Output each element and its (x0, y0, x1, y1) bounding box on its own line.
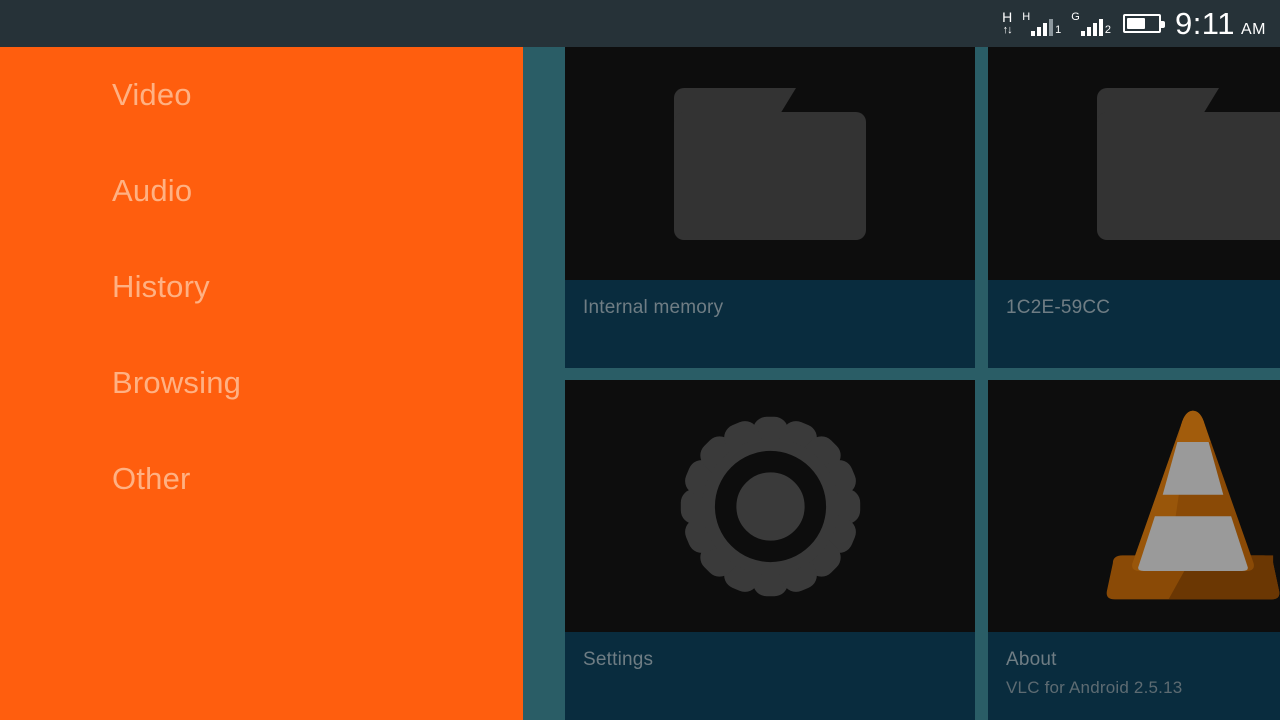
status-bar: H ↑↓ H 1 G 2 9:11 AM (0, 0, 1280, 47)
card-title: 1C2E-59CC (1006, 297, 1111, 318)
sim2-network-type-label: G (1071, 10, 1080, 23)
folder-icon (674, 87, 866, 240)
sidebar-item-label: Video (112, 77, 192, 112)
directories-grid[interactable]: Internal memory 1C2E-59CC Settings About VLC… (523, 47, 1280, 720)
content-area: Video Audio History Browsing Other Internal … (0, 47, 1280, 720)
card-subtitle: VLC for Android 2.5.13 (1006, 678, 1183, 697)
sim1-signal-icon: H 1 (1022, 10, 1062, 36)
app-screen: H ↑↓ H 1 G 2 9:11 AM Video Audio History… (0, 0, 1280, 720)
sidebar-item-label: Browsing (112, 365, 242, 400)
network-type-label: H (1002, 9, 1013, 25)
card-thumbnail (988, 380, 1280, 632)
sidebar-item-audio[interactable]: Audio (0, 143, 523, 239)
sim2-slot-label: 2 (1104, 23, 1111, 36)
mobile-data-speed-icon: H ↑↓ (1002, 9, 1013, 36)
card-thumbnail (565, 47, 975, 280)
card-thumbnail (565, 380, 975, 632)
card-title: Settings (583, 649, 654, 670)
sidebar-item-label: Other (112, 461, 191, 496)
grid-card[interactable]: About VLC for Android 2.5.13 (988, 380, 1280, 720)
battery-icon (1122, 14, 1165, 33)
card-title: About (1006, 649, 1057, 670)
vlc-cone-icon (1095, 399, 1280, 614)
card-meta: 1C2E-59CC (988, 280, 1280, 368)
clock-meridiem: AM (1241, 21, 1266, 38)
sidebar-item-other[interactable]: Other (0, 431, 523, 527)
gear-icon (673, 409, 868, 604)
clock-time: 9:11 (1174, 6, 1235, 41)
grid-card[interactable]: Internal memory (565, 47, 975, 368)
sidebar-item-video[interactable]: Video (0, 47, 523, 143)
folder-icon (1097, 87, 1280, 240)
data-transfer-arrows: ↑↓ (1002, 24, 1013, 36)
sim1-network-type-label: H (1022, 10, 1031, 23)
sidebar-item-browsing[interactable]: Browsing (0, 335, 523, 431)
sim2-signal-icon: G 2 (1071, 10, 1111, 36)
sim1-signal-bars (1031, 18, 1054, 36)
battery-fill (1126, 18, 1145, 29)
sidebar-item-label: Audio (112, 173, 193, 208)
grid-card[interactable]: 1C2E-59CC (988, 47, 1280, 368)
card-meta: Settings (565, 632, 975, 720)
sidebar-item-label: History (112, 269, 210, 304)
card-meta: Internal memory (565, 280, 975, 368)
sim2-signal-bars (1080, 18, 1103, 36)
status-bar-clock: 9:11 AM (1175, 8, 1266, 39)
card-meta: About VLC for Android 2.5.13 (988, 632, 1280, 720)
navigation-drawer: Video Audio History Browsing Other (0, 47, 523, 720)
sidebar-item-history[interactable]: History (0, 239, 523, 335)
sim1-slot-label: 1 (1055, 23, 1062, 36)
grid-card[interactable]: Settings (565, 380, 975, 720)
card-thumbnail (988, 47, 1280, 280)
navigation-drawer-list: Video Audio History Browsing Other (0, 47, 523, 527)
card-title: Internal memory (583, 297, 724, 318)
